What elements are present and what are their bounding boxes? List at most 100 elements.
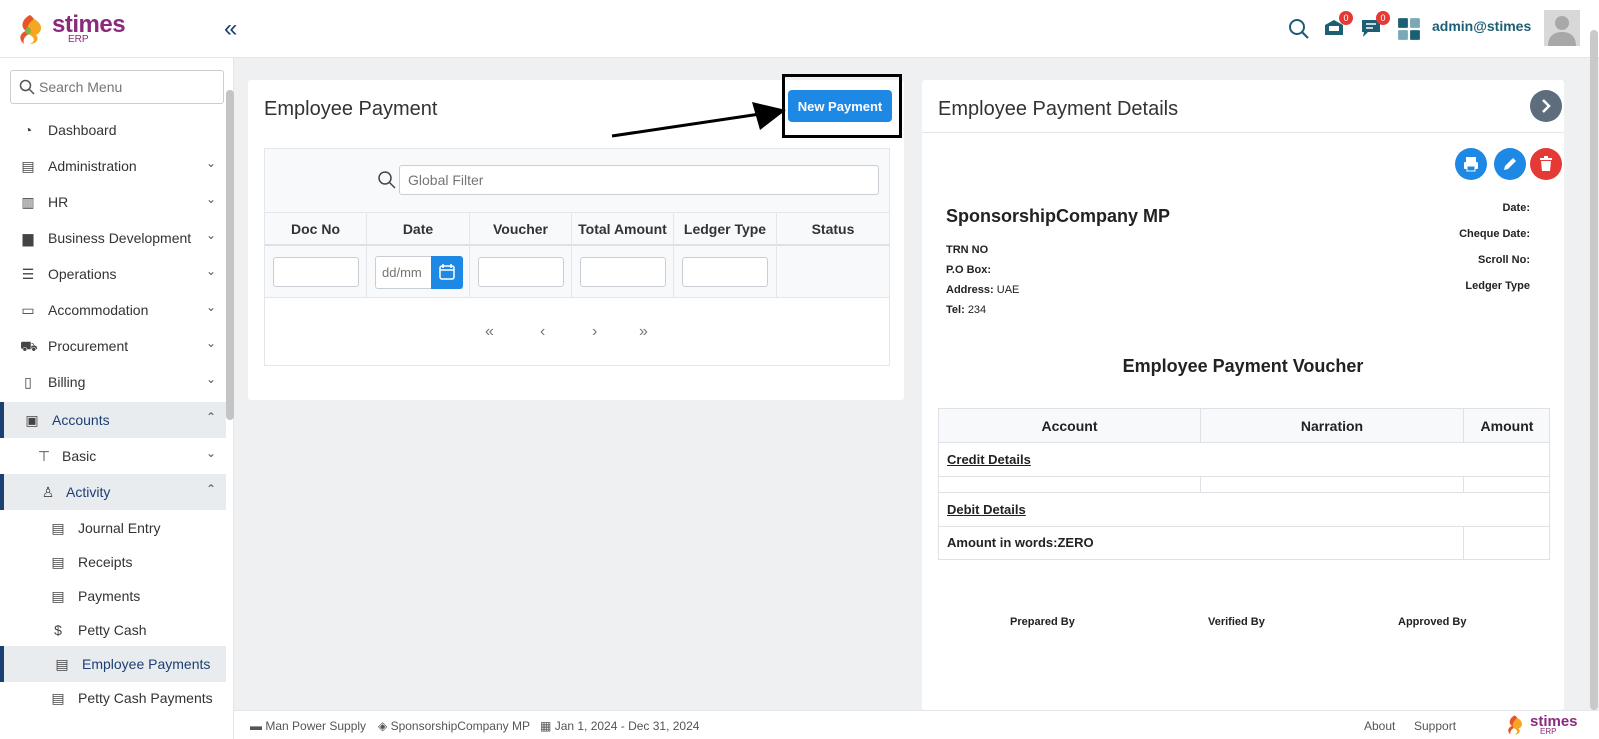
sidebar-collapse-button[interactable]: «: [224, 17, 237, 41]
briefcase-icon: ▆: [22, 230, 34, 246]
search-menu-input[interactable]: [39, 77, 219, 97]
notification-badge: 0: [1339, 11, 1353, 25]
page-scrollbar[interactable]: [1590, 30, 1598, 710]
filter-cell-ledger-type: [674, 246, 777, 298]
brand-logo[interactable]: stimes ERP: [14, 11, 126, 47]
chevron-up-icon: ⌃: [205, 482, 216, 496]
chevron-down-icon: ⌄: [205, 156, 216, 170]
column-header-doc-no[interactable]: Doc No: [265, 213, 367, 246]
empty-cell: [1201, 477, 1464, 492]
collapse-details-button[interactable]: [1530, 90, 1562, 122]
total-amount-filter-input[interactable]: [580, 257, 666, 287]
table-filter-bar: [265, 149, 889, 213]
sidebar-item-accounts[interactable]: ▣ Accounts ⌃: [0, 402, 226, 438]
filter-cell-voucher: [470, 246, 572, 298]
footer-period: ▦ Jan 1, 2024 - Dec 31, 2024: [540, 719, 700, 733]
sidebar-item-procurement[interactable]: ⛟ Procurement ⌄: [0, 328, 226, 364]
building-icon: ▤: [21, 158, 35, 174]
invoice-icon: ▯: [24, 374, 32, 390]
debit-details-row: Debit Details: [939, 493, 1549, 527]
payment-details-card: Employee Payment Details SponsorshipComp…: [922, 80, 1564, 710]
dashboard-icon: ◔: [23, 122, 33, 138]
ledger-type-filter-input[interactable]: [682, 257, 768, 287]
prepared-by-label: Prepared By: [1010, 616, 1075, 628]
pin-icon: ⊤: [37, 448, 51, 464]
avatar[interactable]: [1544, 10, 1580, 46]
sidebar-item-basic[interactable]: ⊤ Basic ⌄: [0, 438, 226, 474]
hand-coin-icon: $: [54, 622, 62, 638]
messages-button[interactable]: 0: [1360, 11, 1390, 41]
apps-grid-icon[interactable]: [1397, 17, 1421, 41]
date-label: Date:: [1502, 202, 1530, 214]
column-header-voucher[interactable]: Voucher: [470, 213, 572, 246]
column-header-status[interactable]: Status: [777, 213, 889, 246]
cart-icon: ⛟: [20, 338, 38, 354]
chevron-down-icon: ⌄: [205, 264, 216, 278]
chevron-up-icon: ⌃: [205, 410, 216, 424]
voucher-table-header: Account Narration Amount: [939, 409, 1549, 443]
prev-page-button[interactable]: ‹: [540, 323, 545, 341]
delete-button[interactable]: [1530, 148, 1562, 180]
user-name[interactable]: admin@stimes: [1432, 18, 1531, 34]
amount-in-words: Amount in words:ZERO: [947, 527, 1464, 559]
empty-cell: [939, 477, 1201, 492]
column-header-date[interactable]: Date: [367, 213, 470, 246]
credit-details-link[interactable]: Credit Details: [947, 443, 1247, 476]
tel-line: Tel: 234: [946, 304, 987, 316]
support-link[interactable]: Support: [1414, 719, 1456, 733]
sidebar-item-accommodation[interactable]: ▭ Accommodation ⌄: [0, 292, 226, 328]
annotation-highlight-box: [782, 74, 902, 138]
next-page-button[interactable]: ›: [592, 323, 597, 341]
date-picker-button[interactable]: [431, 256, 463, 289]
print-button[interactable]: [1455, 148, 1487, 180]
brand-sub: ERP: [68, 34, 89, 45]
address-line: Address: UAE: [946, 284, 1020, 296]
sidebar-item-journal-entry[interactable]: ▤ Journal Entry: [0, 510, 226, 546]
edit-button[interactable]: [1494, 148, 1526, 180]
column-header-ledger-type[interactable]: Ledger Type: [674, 213, 777, 246]
column-filter-row: [265, 246, 889, 298]
sidebar-item-petty-cash-payments[interactable]: ▤ Petty Cash Payments: [0, 680, 226, 716]
walk-icon: ♙: [41, 484, 55, 500]
sidebar-item-billing[interactable]: ▯ Billing ⌄: [0, 364, 226, 400]
sidebar-item-dashboard[interactable]: ◔ Dashboard: [0, 112, 226, 148]
payment-table: Doc No Date Voucher Total Amount Ledger …: [264, 148, 890, 366]
last-page-button[interactable]: »: [639, 323, 648, 341]
global-filter-input[interactable]: [399, 165, 879, 195]
sidebar-item-business-development[interactable]: ▆ Business Development ⌄: [0, 220, 226, 256]
sidebar-item-operations[interactable]: ☰ Operations ⌄: [0, 256, 226, 292]
debit-details-link[interactable]: Debit Details: [947, 493, 1247, 526]
sidebar-item-receipts[interactable]: ▤ Receipts: [0, 544, 226, 580]
sidebar-item-petty-cash[interactable]: $ Petty Cash: [0, 612, 226, 648]
calendar-icon: [439, 264, 455, 280]
column-header-account: Account: [939, 409, 1201, 442]
chevron-down-icon: ⌄: [205, 300, 216, 314]
message-badge: 0: [1376, 11, 1390, 25]
details-divider: [922, 132, 1564, 133]
notifications-button[interactable]: 0: [1323, 11, 1353, 41]
pobox-line: P.O Box:: [946, 264, 992, 276]
first-page-button[interactable]: «: [485, 323, 494, 341]
logo-mark-icon: [20, 15, 42, 44]
hr-icon: ▥: [21, 194, 35, 210]
sidebar-item-administration[interactable]: ▤ Administration ⌄: [0, 148, 226, 184]
voucher-table: Account Narration Amount Credit Details …: [938, 408, 1550, 560]
sidebar-item-employee-payments[interactable]: ▤ Employee Payments: [0, 646, 226, 682]
search-icon: [19, 79, 35, 95]
approved-by-label: Approved By: [1398, 616, 1467, 628]
date-filter-input[interactable]: [375, 256, 433, 289]
sidebar-search[interactable]: [10, 70, 224, 104]
sidebar-item-hr[interactable]: ▥ HR ⌄: [0, 184, 226, 220]
sidebar-scrollbar[interactable]: [226, 90, 234, 420]
voucher-filter-input[interactable]: [478, 257, 564, 287]
bed-icon: ▭: [21, 302, 35, 318]
chevron-down-icon: ⌄: [205, 372, 216, 386]
sidebar-item-payments[interactable]: ▤ Payments: [0, 578, 226, 614]
sidebar-item-activity[interactable]: ♙ Activity ⌃: [0, 474, 226, 510]
search-icon[interactable]: [1287, 17, 1311, 41]
footer-company: ◈ SponsorshipCompany MP: [378, 719, 530, 733]
column-header-total-amount[interactable]: Total Amount: [572, 213, 674, 246]
about-link[interactable]: About: [1364, 719, 1395, 733]
doc-no-filter-input[interactable]: [273, 257, 359, 287]
file-icon: ▤: [55, 656, 69, 672]
